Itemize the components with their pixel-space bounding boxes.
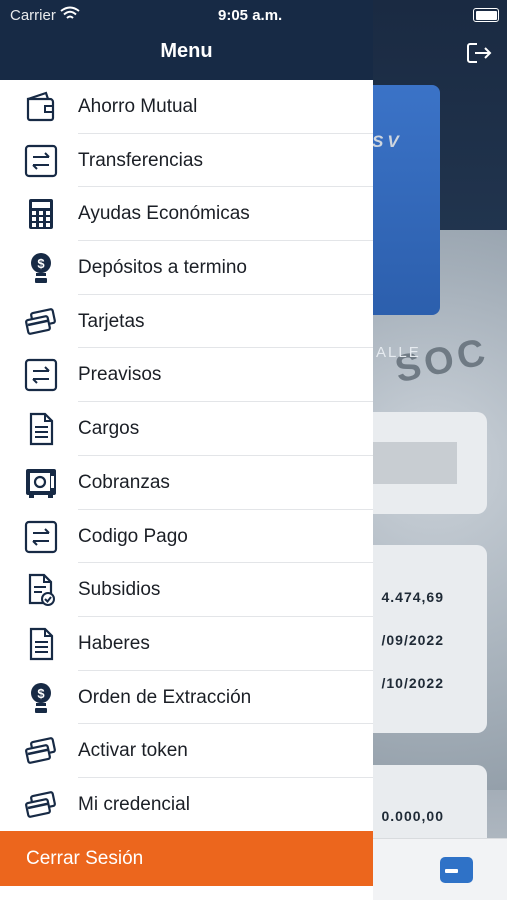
menu-item-preavisos[interactable]: Preavisos [0,348,373,403]
wifi-icon [60,6,80,19]
money-bulb-icon: $ [31,253,51,284]
amount-value: 4.474,69 [381,589,444,605]
menu-item-cobranzas[interactable]: Cobranzas [0,456,373,510]
menu-item-orden-de-extraccion[interactable]: $ Orden de Extracción [0,671,373,725]
transfer-arrows-icon [24,359,58,392]
menu-item-label: Subsidios [78,579,161,601]
document-check-icon [28,574,55,607]
menu-item-label: Haberes [78,632,150,654]
side-menu-drawer: Menu Ahorro Mutual Transferencias Ayudas… [0,0,373,900]
menu-title: Menu [160,40,213,62]
safe-icon [26,468,56,498]
menu-item-mi-credencial[interactable]: Mi credencial [0,778,373,832]
menu-item-activar-token[interactable]: Activar token [0,724,373,778]
menu-item-label: Mi credencial [78,793,190,815]
menu-item-depositos-a-termino[interactable]: $ Depósitos a termino [0,241,373,295]
carrier-label: Carrier [10,7,56,24]
cards-icon [25,737,56,765]
status-time: 9:05 a.m. [218,7,283,24]
menu-item-label: Transferencias [78,149,203,171]
menu-item-cargos[interactable]: Cargos [0,402,373,456]
menu-item-codigo-pago[interactable]: Codigo Pago [0,510,373,564]
logout-button[interactable]: Cerrar Sesión [0,831,373,886]
menu-item-transferencias[interactable]: Transferencias [0,134,373,188]
status-bar: Carrier 9:05 a.m. [0,0,507,30]
transfer-arrows-icon [24,144,58,177]
card-tab-icon[interactable] [440,857,473,883]
menu-item-label: Preavisos [78,364,162,386]
menu-item-label: Cobranzas [78,471,170,493]
cards-icon [25,307,56,335]
wallet-icon [26,91,55,122]
menu-item-label: Codigo Pago [78,525,188,547]
menu-item-ahorro-mutual[interactable]: Ahorro Mutual [0,80,373,134]
money-bulb-icon: $ [31,682,51,713]
document-icon [29,627,54,660]
svg-text:$: $ [37,256,45,271]
cards-icon [25,791,56,818]
menu-item-label: Activar token [78,740,188,762]
menu-item-label: Cargos [78,418,140,440]
svg-text:$: $ [37,686,45,701]
document-icon [29,413,54,446]
card-logo: SV [372,132,403,151]
date-value: /10/2022 [381,675,444,691]
home-indicator-area [0,886,373,900]
menu-item-label: Tarjetas [78,310,145,332]
logout-button-label: Cerrar Sesión [26,848,144,869]
menu-item-label: Ahorro Mutual [78,96,198,117]
battery-icon [473,8,499,22]
menu-item-tarjetas[interactable]: Tarjetas [0,295,373,349]
menu-item-subsidios[interactable]: Subsidios [0,563,373,617]
amount-value: 0.000,00 [381,808,444,824]
menu-item-haberes[interactable]: Haberes [0,617,373,671]
menu-item-label: Orden de Extracción [78,686,252,708]
menu-list: Ahorro Mutual Transferencias Ayudas Econ… [0,80,373,832]
menu-item-label: Depósitos a termino [78,257,247,279]
logout-icon[interactable] [466,42,494,64]
menu-item-ayudas-economicas[interactable]: Ayudas Económicas [0,187,373,242]
detail-label: ALLE [376,344,421,361]
date-value: /09/2022 [381,632,444,648]
calculator-icon [29,199,53,230]
transfer-arrows-icon [24,520,58,553]
menu-item-label: Ayudas Económicas [78,203,250,225]
